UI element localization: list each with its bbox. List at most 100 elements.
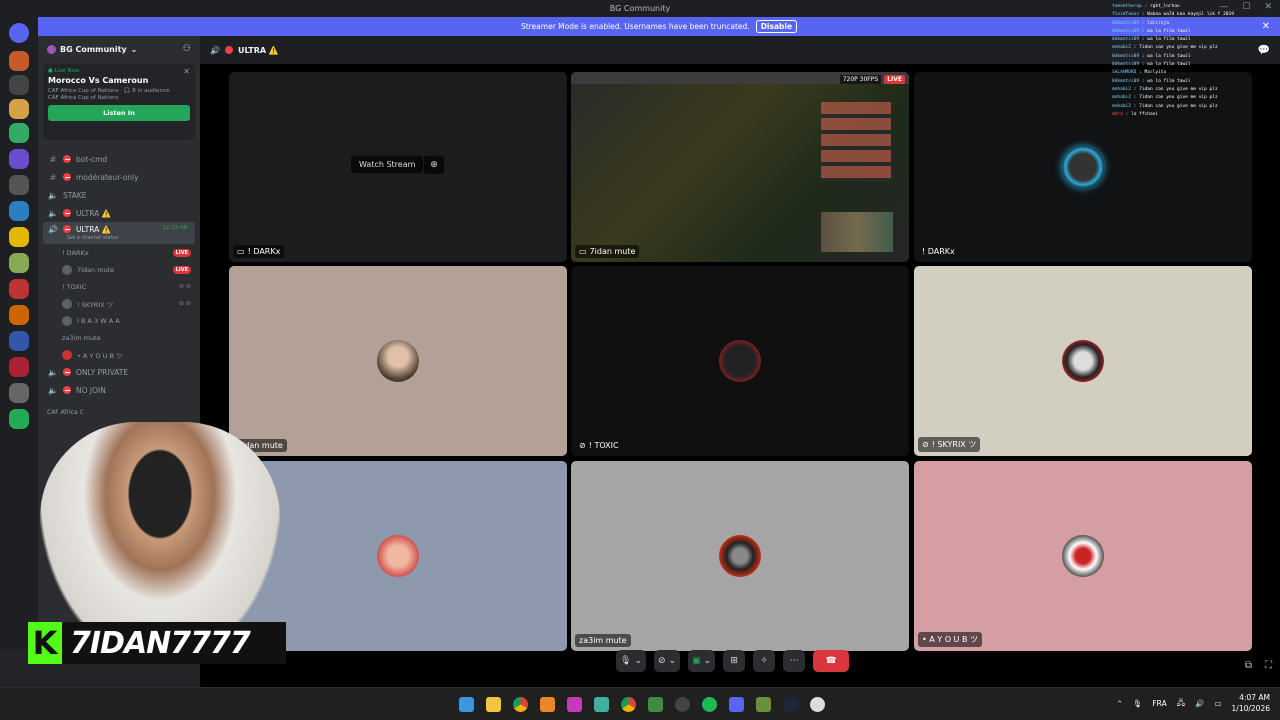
chat-line: 0dkmotsi09 : wa la film tawil [1112,62,1191,68]
app-icon[interactable] [648,697,663,712]
screen-share-icon: ▭ [237,247,245,256]
listen-in-button[interactable]: Listen In [48,105,190,121]
share-screen-button[interactable]: ▣ ⌄ [688,650,716,672]
popout-icon[interactable]: ⊕ [424,156,444,174]
user-tile[interactable]: za3im mute [571,461,909,651]
user-tile[interactable]: ⊘! TOXIC [571,266,909,456]
server-icon[interactable] [9,23,29,43]
voice-user[interactable]: • A Y O U B ツ [38,346,200,363]
server-icon[interactable] [9,227,29,247]
avatar [377,340,419,382]
steam-icon[interactable] [783,697,798,712]
server-icon[interactable] [9,253,29,273]
server-icon[interactable] [9,201,29,221]
no-entry-icon [224,46,233,54]
watch-stream-button[interactable]: Watch Stream [351,156,424,173]
server-icon[interactable] [9,51,29,71]
popout-icon[interactable]: ⧉ [1245,660,1252,671]
stream-tile[interactable]: Watch Stream ⊕ ▭! DARKx [229,72,567,262]
disable-button[interactable]: Disable [755,20,798,33]
no-entry-icon [63,225,71,233]
stream-chat-overlay: tomoktherap : rgkt_lnrhan floidfaeus : W… [1112,3,1272,119]
activities-button[interactable]: ⊞ [723,650,746,672]
microphone-icon[interactable]: 🎙 [1133,699,1143,708]
more-button[interactable]: ⋯ [783,650,806,672]
app-icon[interactable] [594,697,609,712]
system-tray: ⌃ 🎙 FRA 🖧 🔊 ▭ 4:07 AM 1/10/2026 [1117,692,1270,714]
chat-line: 0dkmotsi09 : lalirnja [1112,20,1169,26]
chat-line: floidfaeus : Wabaa wa7d kan kayqil lik f… [1112,12,1234,18]
channel-ultra[interactable]: 🔈 ULTRA ⚠️ [38,204,200,222]
deafened-icon: ⊘ [579,441,586,450]
invite-people-icon[interactable]: ⚇ [183,44,191,54]
channel-status[interactable]: Set a channel status [67,235,118,241]
live-badge: LIVE [172,265,191,274]
soundboard-button[interactable]: ✧ [753,650,776,672]
channel-ultra-active[interactable]: 🔊 ULTRA ⚠️ 12:12:48 Set a channel status [43,222,195,244]
file-explorer-icon[interactable] [486,697,501,712]
app-icon[interactable] [675,697,690,712]
server-icon[interactable] [9,175,29,195]
server-icon[interactable] [9,99,29,119]
battery-icon[interactable]: ▭ [1214,699,1221,708]
xbox-icon[interactable] [810,697,825,712]
voice-user[interactable]: 7idan mute LIVE [38,261,200,278]
volume-icon[interactable]: 🔊 [1195,699,1204,708]
chrome-icon[interactable] [513,697,528,712]
windows-start-icon[interactable] [459,697,474,712]
spotify-icon[interactable] [702,697,717,712]
chrome-icon[interactable] [621,697,636,712]
server-icon[interactable] [9,149,29,169]
screen-share-icon: ▣ [692,656,701,666]
clock[interactable]: 4:07 AM 1/10/2026 [1232,692,1270,714]
microphone-icon: 🎙 [620,656,632,666]
server-icon[interactable] [9,305,29,325]
voice-user[interactable]: ! DARKx LIVE [38,244,200,261]
voice-channel-icon: 🔊 [210,45,220,55]
user-tile[interactable]: • A Y O U B ツ [914,461,1252,651]
stream-tile[interactable]: 720P 30FPS LIVE ▭ 7idan mute [571,72,909,262]
server-icon[interactable] [9,75,29,95]
server-icon[interactable] [9,383,29,403]
chevron-up-icon[interactable]: ⌃ [1117,699,1123,708]
disconnect-button[interactable]: ☎ [813,650,850,672]
avatar [719,535,761,577]
channel-moderateur-only[interactable]: # modérateur-only [38,168,200,186]
voice-user[interactable]: ! TOXIC ⊘ ⊘ [38,278,200,295]
muted-icon: ⊘ ⊘ [179,300,191,307]
live-status: ● Live Now [48,68,80,74]
app-icon[interactable] [540,697,555,712]
voice-user[interactable]: za3im mute [38,329,200,346]
voice-channel-icon: 🔈 [48,208,58,218]
server-icon[interactable] [9,357,29,377]
chat-line: 0dkmotsi09 : wa la film tawil [1112,28,1191,34]
taskbar: ⌃ 🎙 FRA 🖧 🔊 ▭ 4:07 AM 1/10/2026 [0,687,1280,720]
server-icon[interactable] [9,331,29,351]
voice-user[interactable]: I B A 3 W A A [38,312,200,329]
tile-label: ! DARKx [922,247,955,256]
avatar [1062,146,1104,188]
channel-stake[interactable]: 🔈 STAKE [38,186,200,204]
tile-label: ▭ 7idan mute [575,245,640,258]
no-entry-icon [63,209,71,217]
server-icon[interactable] [9,123,29,143]
language-indicator[interactable]: FRA [1152,699,1166,708]
server-header[interactable]: BG Community ⌄ ⚇ [38,36,200,62]
channel-no-join[interactable]: 🔈 NO JOIN [38,381,200,399]
app-icon[interactable] [567,697,582,712]
user-tile[interactable]: ⊘! SKYRIX ツ [914,266,1252,456]
discord-icon[interactable] [729,697,744,712]
channel-only-private[interactable]: 🔈 ONLY PRIVATE [38,363,200,381]
fullscreen-icon[interactable]: ⛶ [1265,660,1272,671]
app-icon[interactable] [756,697,771,712]
network-icon[interactable]: 🖧 [1177,697,1185,710]
voice-user[interactable]: ! SKYRIX ツ ⊘ ⊘ [38,295,200,312]
channel-bot-cmd[interactable]: # bot-cmd [38,150,200,168]
avatar [62,349,72,360]
video-thumbnails [821,102,891,182]
voice-channel-icon: 🔈 [48,385,58,395]
close-icon[interactable]: ✕ [183,67,190,76]
camera-button[interactable]: ⊘ ⌄ [653,650,681,672]
server-icon[interactable] [9,279,29,299]
mute-button[interactable]: 🎙 ⌄ [616,650,646,672]
